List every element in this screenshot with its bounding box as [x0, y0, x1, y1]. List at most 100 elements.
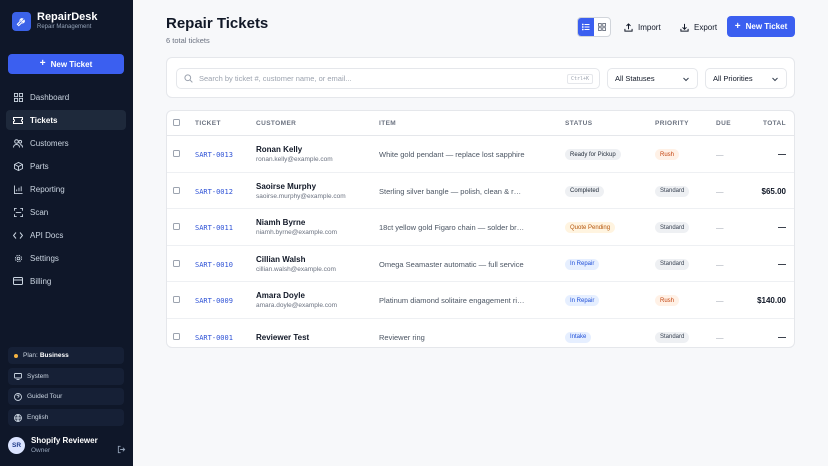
- sidebar-item-reporting[interactable]: Reporting: [6, 179, 126, 199]
- system-theme-button[interactable]: System: [8, 367, 124, 385]
- logout-icon[interactable]: [117, 441, 126, 454]
- customer-name: Cillian Walsh: [256, 254, 306, 264]
- priority-badge: Standard: [655, 331, 690, 343]
- ticket-total: —: [778, 332, 786, 342]
- row-checkbox[interactable]: [173, 259, 180, 267]
- due-date: —: [716, 150, 724, 159]
- column-header-status[interactable]: STATUS: [565, 120, 592, 127]
- user-profile[interactable]: SR Shopify Reviewer Owner: [8, 432, 126, 458]
- sidebar-item-label: API Docs: [30, 230, 64, 240]
- ticket-total: —: [778, 259, 786, 269]
- sidebar-item-label: Tickets: [30, 115, 58, 125]
- ticket-id-link[interactable]: SART-0012: [195, 188, 233, 196]
- select-all-checkbox[interactable]: [173, 119, 180, 126]
- row-checkbox[interactable]: [173, 223, 180, 230]
- customer-name: Ronan Kelly: [256, 145, 303, 154]
- row-checkbox[interactable]: [173, 186, 180, 194]
- customer-name: Saoirse Murphy: [256, 181, 317, 191]
- column-header-item[interactable]: ITEM: [379, 120, 396, 127]
- table-header: TICKET CUSTOMER ITEM STATUS PRIORITY DUE…: [167, 111, 794, 136]
- sidebar-item-billing[interactable]: Billing: [6, 271, 126, 291]
- sidebar-item-label: Dashboard: [30, 92, 70, 102]
- customer-name: Reviewer Test: [256, 332, 310, 342]
- row-checkbox[interactable]: [173, 296, 180, 303]
- new-ticket-button[interactable]: + New Ticket: [727, 16, 795, 37]
- filter-bar: Ctrl+K All Statuses All Priorities: [166, 57, 795, 98]
- parts-icon: [13, 161, 23, 171]
- ticket-id-link[interactable]: SART-0011: [195, 224, 233, 232]
- sidebar-new-ticket-button[interactable]: + New Ticket: [8, 54, 124, 74]
- ticket-total: —: [778, 150, 786, 159]
- language-selector[interactable]: English: [8, 409, 124, 427]
- customers-icon: [13, 138, 23, 148]
- customer-name: Amara Doyle: [256, 291, 305, 300]
- priority-filter-select[interactable]: All Priorities: [705, 68, 787, 89]
- plan-prefix: Plan:: [23, 352, 38, 359]
- column-header-ticket[interactable]: TICKET: [195, 120, 221, 127]
- sidebar-item-api-docs[interactable]: API Docs: [6, 225, 126, 245]
- ticket-total: $140.00: [757, 296, 786, 305]
- sidebar-item-tickets[interactable]: Tickets: [6, 110, 126, 130]
- ticket-id-link[interactable]: SART-0009: [195, 297, 233, 305]
- status-badge: Quote Pending: [565, 222, 616, 233]
- export-button[interactable]: Export: [679, 17, 717, 37]
- import-button[interactable]: Import: [623, 17, 661, 37]
- column-header-customer[interactable]: CUSTOMER: [256, 120, 296, 127]
- item-description: White gold pendant — replace lost sapphi…: [379, 150, 525, 159]
- upload-icon: [623, 22, 633, 32]
- priority-badge: Rush: [655, 149, 680, 160]
- row-checkbox[interactable]: [173, 332, 180, 340]
- table-row[interactable]: SART-0013 Ronan Kelly ronan.kelly@example.…: [167, 136, 794, 173]
- sidebar-item-customers[interactable]: Customers: [6, 133, 126, 153]
- sidebar-item-scan[interactable]: Scan: [6, 202, 126, 222]
- search-input[interactable]: [199, 74, 559, 83]
- status-badge: Intake: [565, 331, 592, 343]
- list-icon: [581, 18, 590, 36]
- customer-email: cillian.walsh@example.com: [256, 265, 336, 273]
- column-header-total[interactable]: TOTAL: [763, 120, 786, 127]
- sidebar-item-settings[interactable]: Settings: [6, 248, 126, 268]
- wrench-logo-icon: [12, 11, 31, 31]
- search-box: Ctrl+K: [176, 68, 600, 89]
- brand[interactable]: RepairDesk Repair Management: [12, 11, 98, 31]
- sidebar-nav: Dashboard Tickets Customers Parts Report…: [6, 87, 126, 294]
- ticket-id-link[interactable]: SART-0013: [195, 151, 233, 159]
- guided-tour-button[interactable]: Guided Tour: [8, 388, 124, 406]
- sidebar-item-parts[interactable]: Parts: [6, 156, 126, 176]
- plan-badge[interactable]: Plan: Business: [8, 347, 124, 364]
- chevron-down-icon: [682, 75, 690, 83]
- api-docs-icon: [13, 230, 23, 240]
- grid-view-button[interactable]: [594, 18, 610, 36]
- priority-badge: Standard: [655, 258, 690, 270]
- table-row[interactable]: SART-0012 Saoirse Murphy saoirse.murphy@ex…: [167, 173, 794, 209]
- help-circle-icon: [14, 392, 22, 401]
- table-row[interactable]: SART-0011 Niamh Byrne niamh.byrne@example.…: [167, 209, 794, 246]
- customer-email: niamh.byrne@example.com: [256, 229, 338, 236]
- sidebar-item-label: Customers: [30, 138, 69, 148]
- import-label: Import: [638, 22, 661, 32]
- ticket-id-link[interactable]: SART-0010: [195, 261, 233, 269]
- column-header-due[interactable]: DUE: [716, 120, 731, 127]
- system-label: System: [27, 372, 49, 380]
- customer-email: amara.doyle@example.com: [256, 302, 338, 309]
- column-header-priority[interactable]: PRIORITY: [655, 120, 689, 127]
- table-row[interactable]: SART-0010 Cillian Walsh cillian.walsh@exam…: [167, 246, 794, 282]
- status-badge: Ready for Pickup: [565, 149, 621, 160]
- ticket-id-link[interactable]: SART-0001: [195, 334, 233, 342]
- item-description: Reviewer ring: [379, 332, 425, 342]
- sidebar: RepairDesk Repair Management + New Ticke…: [0, 0, 133, 466]
- customer-email: saoirse.murphy@example.com: [256, 192, 346, 200]
- sidebar-item-dashboard[interactable]: Dashboard: [6, 87, 126, 107]
- sidebar-new-ticket-label: New Ticket: [50, 59, 93, 69]
- table-row[interactable]: SART-0001 Reviewer Test Reviewer ring Intak…: [167, 319, 794, 348]
- sidebar-item-label: Scan: [30, 207, 49, 217]
- sidebar-item-label: Billing: [30, 276, 52, 286]
- plus-icon: +: [734, 20, 741, 32]
- row-checkbox[interactable]: [173, 150, 180, 157]
- gear-icon: [13, 253, 23, 263]
- table-row[interactable]: SART-0009 Amara Doyle amara.doyle@example.…: [167, 282, 794, 319]
- list-view-button[interactable]: [578, 18, 594, 36]
- status-filter-value: All Statuses: [615, 74, 655, 83]
- status-filter-select[interactable]: All Statuses: [607, 68, 698, 89]
- priority-filter-value: All Priorities: [713, 74, 753, 83]
